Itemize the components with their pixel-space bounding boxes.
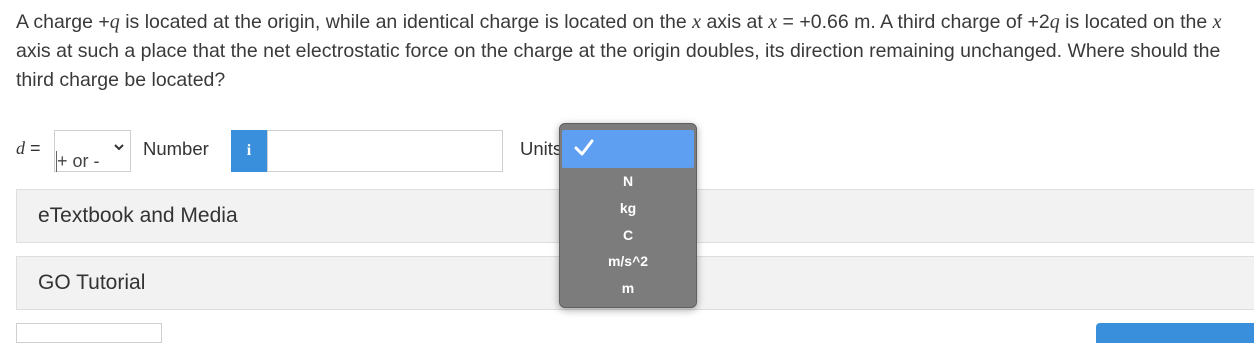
question-var-q: q [109, 11, 120, 33]
number-label: Number [143, 138, 209, 159]
question-var-q: q [1049, 11, 1060, 33]
checkmark-icon [574, 139, 594, 156]
units-option-n[interactable]: N [560, 173, 696, 189]
question-text-part: = +0.66 m. A third charge of +2 [777, 11, 1050, 33]
sign-select[interactable]: + or - [54, 130, 131, 172]
question-text-part: axis at [701, 11, 769, 33]
bottom-right-button[interactable] [1096, 323, 1254, 343]
bottom-left-control[interactable] [16, 323, 162, 343]
units-dropdown-menu[interactable]: N kg C m/s^2 m [559, 123, 697, 308]
units-option-kg[interactable]: kg [560, 200, 696, 216]
units-option-m-s2[interactable]: m/s^2 [560, 253, 696, 269]
chevron-down-icon [114, 144, 124, 151]
variable-d: d [16, 138, 25, 158]
units-option-blank[interactable] [562, 130, 694, 168]
units-label: Units [520, 138, 563, 159]
go-tutorial-label: GO Tutorial [38, 271, 146, 294]
answer-variable-label: d = [16, 138, 41, 159]
question-text-part: axis at such a place that the net electr… [16, 40, 1221, 91]
equals-sign: = [25, 138, 41, 158]
question-text-part: is located on the [1059, 11, 1213, 33]
question-text-part: is located at the origin, while an ident… [119, 11, 693, 33]
question-text: A charge +q is located at the origin, wh… [16, 8, 1252, 95]
question-var-x: x [692, 11, 702, 33]
sign-select-value: + or - [56, 151, 100, 172]
units-option-m[interactable]: m [560, 280, 696, 296]
units-option-c[interactable]: C [560, 227, 696, 243]
question-text-part: A charge + [16, 11, 110, 33]
info-icon[interactable]: i [231, 130, 267, 172]
number-input[interactable] [267, 130, 503, 172]
question-var-x: x [768, 11, 778, 33]
etextbook-media-label: eTextbook and Media [38, 204, 238, 227]
question-var-x: x [1212, 11, 1222, 33]
